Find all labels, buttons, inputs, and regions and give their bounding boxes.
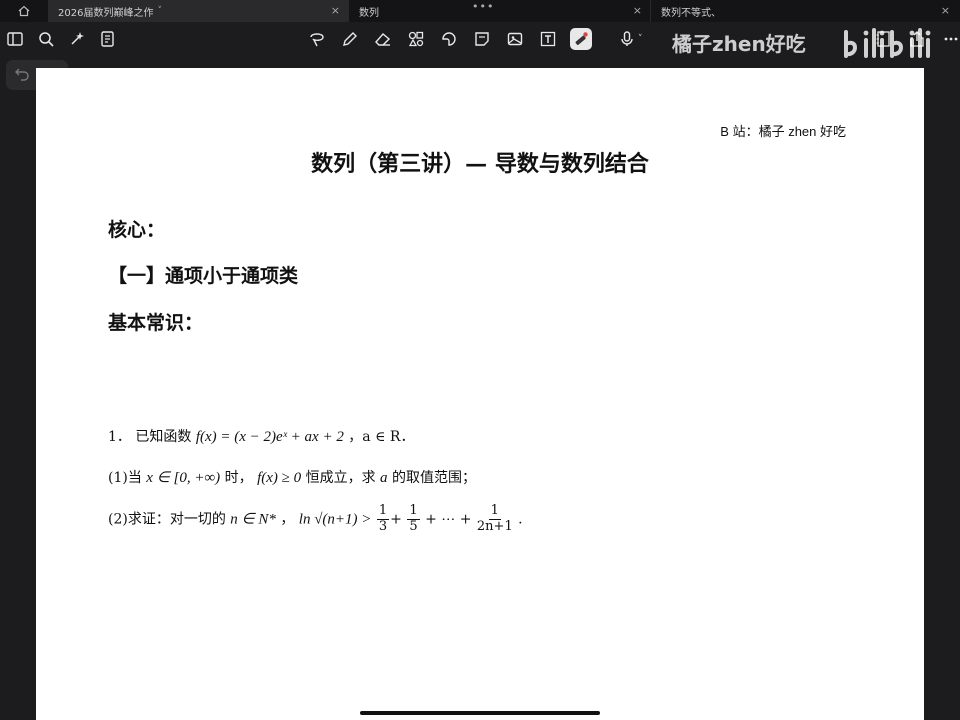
- part1-end: 的取值范围；: [392, 470, 476, 486]
- sidebar-icon[interactable]: [4, 28, 26, 50]
- problem-number: 1．: [108, 429, 131, 445]
- problem-stem: 1． 已知函数 f(x) = (x − 2)eˣ + ax + 2 ，a ∈ R…: [108, 426, 414, 446]
- sticky-note-icon[interactable]: [471, 28, 493, 50]
- text-box-icon[interactable]: [537, 28, 559, 50]
- watermark-text: 橘子zhen好吃: [672, 32, 806, 56]
- tab-2026-series[interactable]: 2026届数列巅峰之作 ˅ ×: [48, 0, 348, 22]
- shapes-icon[interactable]: [405, 28, 427, 50]
- problem-stem-prefix: 已知函数: [135, 429, 192, 445]
- tab-series[interactable]: 数列 ×: [348, 0, 650, 22]
- part2-end: .: [518, 511, 523, 528]
- lasso-icon[interactable]: [306, 28, 328, 50]
- part2-separator: ，: [280, 511, 295, 528]
- heading-core: 核心：: [108, 219, 166, 241]
- heading-basic-knowledge: 基本常识：: [108, 312, 204, 334]
- notes-icon[interactable]: [97, 28, 119, 50]
- chevron-down-icon[interactable]: ˅: [157, 6, 162, 16]
- problem-part-1: (1)当 x ∈ [0, +∞) 时， f(x) ≥ 0 恒成立，求 a 的取值…: [108, 467, 476, 487]
- home-indicator[interactable]: [360, 711, 600, 715]
- problem-stem-suffix: ，a ∈ R．: [348, 429, 415, 445]
- tab-bar: 2026届数列巅峰之作 ˅ × 数列 × 数列不等式、 × •••: [0, 0, 960, 22]
- part2-label: (2)求证：对一切的: [108, 511, 226, 528]
- tab-series-inequality[interactable]: 数列不等式、 ×: [650, 0, 958, 22]
- undo-icon[interactable]: [14, 65, 30, 85]
- home-icon[interactable]: [0, 0, 48, 22]
- part1-label: (1)当: [108, 470, 142, 486]
- fraction-one-fifth: 1 5: [407, 503, 420, 534]
- microphone-icon[interactable]: [616, 28, 638, 50]
- part1-variable: a: [380, 470, 388, 486]
- eraser-icon[interactable]: [372, 28, 394, 50]
- laser-pointer-icon[interactable]: [570, 28, 592, 50]
- part1-condition: x ∈ [0, +∞): [146, 470, 221, 486]
- toolbar: ˅: [0, 22, 960, 56]
- image-icon[interactable]: [504, 28, 526, 50]
- bilibili-logo-icon: [844, 28, 931, 58]
- close-icon[interactable]: ×: [633, 4, 642, 17]
- part1-inequality: f(x) ≥ 0: [257, 470, 302, 486]
- part1-mid: 时，: [224, 470, 253, 486]
- chevron-down-icon[interactable]: ˅: [638, 34, 643, 44]
- fraction-last-term: 1 2n+1: [476, 503, 513, 534]
- page-title: 数列（第三讲）— 导数与数列结合: [311, 151, 649, 177]
- more-icon[interactable]: [940, 28, 960, 50]
- tab-label: 数列不等式、: [661, 7, 721, 19]
- problem-part-2: (2)求证：对一切的 n ∈ N* ， ln √(n+1) > 1 3 + 1 …: [108, 503, 523, 534]
- heading-section-1: 【一】通项小于通项类: [108, 265, 299, 287]
- document-page[interactable]: B 站：橘子 zhen 好吃 数列（第三讲）— 导数与数列结合 核心： 【一】通…: [36, 68, 924, 720]
- sparkle-icon[interactable]: [66, 28, 88, 50]
- pen-icon[interactable]: [339, 28, 361, 50]
- search-icon[interactable]: [35, 28, 57, 50]
- part1-text: 恒成立，求: [305, 470, 376, 486]
- function-definition: f(x) = (x − 2)eˣ + ax + 2: [195, 429, 344, 445]
- sticker-icon[interactable]: [438, 28, 460, 50]
- series-ellipsis: + ⋯ +: [425, 511, 472, 528]
- tab-label: 数列: [359, 7, 379, 19]
- close-icon[interactable]: ×: [331, 4, 340, 17]
- close-icon[interactable]: ×: [941, 4, 950, 17]
- part2-condition: n ∈ N*: [230, 511, 276, 528]
- author-credit: B 站：橘子 zhen 好吃: [720, 124, 846, 139]
- tab-label: 2026届数列巅峰之作: [58, 7, 154, 19]
- part2-lhs: ln √(n+1) >: [298, 511, 372, 528]
- fraction-one-third: 1 3: [376, 503, 390, 534]
- tab-overflow-icon[interactable]: •••: [472, 0, 494, 13]
